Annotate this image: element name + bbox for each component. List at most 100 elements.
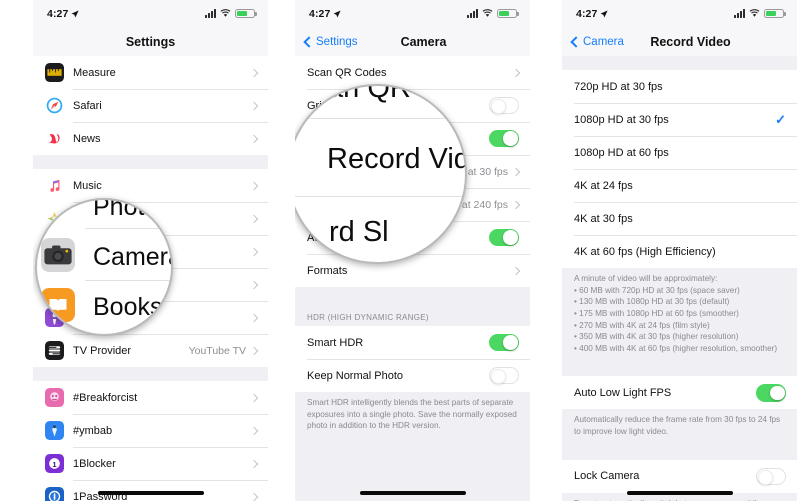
option-row[interactable]: 4K at 60 fps (High Efficiency) <box>562 235 797 268</box>
footer-line: • 350 MB with 4K at 30 fps (higher resol… <box>574 332 739 342</box>
group-separator <box>33 155 268 169</box>
settings-group-a: Measure Safari News <box>33 56 268 155</box>
option-row[interactable]: 1080p HD at 60 fps <box>562 136 797 169</box>
chevron-right-icon <box>249 214 259 223</box>
list-item-auto-low-light-fps[interactable]: Auto Low Light FPS <box>562 376 797 410</box>
magnifier-line-bottom: rd Sl <box>329 216 389 248</box>
footer-line: A minute of video will be approximately: <box>574 274 718 283</box>
hdr-footer-text: Smart HDR intelligently blends the best … <box>295 392 530 440</box>
option-row[interactable]: 4K at 30 fps <box>562 202 797 235</box>
list-item-lock-camera[interactable]: Lock Camera <box>562 459 797 493</box>
list-item-label: Lock Camera <box>574 470 640 483</box>
smart-hdr-toggle[interactable] <box>489 333 519 352</box>
measure-app-icon <box>45 63 64 82</box>
list-item[interactable]: 1 1Blocker <box>33 447 268 480</box>
phone-panel-settings: 4:27 Settings Measure Safari News Music … <box>33 0 268 501</box>
preserve-settings-toggle[interactable] <box>489 129 519 148</box>
books-app-icon-zoomed <box>41 288 75 322</box>
chevron-right-icon <box>249 426 259 435</box>
chevron-right-icon <box>249 346 259 355</box>
footer-line: • 270 MB with 4K at 24 fps (film style) <box>574 320 710 330</box>
status-indicators <box>734 8 786 19</box>
news-app-icon <box>45 129 64 148</box>
wifi-icon <box>482 9 493 17</box>
list-item[interactable]: News <box>33 122 268 155</box>
status-bar: 4:27 <box>33 0 268 27</box>
magnifier-line-bottom: Books <box>93 293 163 321</box>
battery-icon <box>235 8 257 19</box>
back-button-label: Camera <box>583 35 624 48</box>
onepassword-app-icon <box>45 487 64 501</box>
list-item[interactable]: Safari <box>33 89 268 122</box>
checkmark-icon: ✓ <box>775 112 786 127</box>
ymbab-app-icon <box>45 421 64 440</box>
group-separator <box>295 287 530 313</box>
option-label: 720p HD at 30 fps <box>574 80 663 93</box>
auto-hdr-toggle[interactable] <box>489 228 519 247</box>
status-time-group: 4:27 <box>576 7 609 20</box>
chevron-right-icon <box>249 181 259 190</box>
magnifier-divider <box>295 196 465 197</box>
list-item-label: Smart HDR <box>307 336 364 349</box>
list-item-label: News <box>73 132 101 145</box>
group-separator <box>562 445 797 460</box>
phone-panel-record-video: 4:27 Camera Record Video 720p HD at 30 f… <box>562 0 797 501</box>
section-header-hdr: HDR (HIGH DYNAMIC RANGE) <box>307 313 429 322</box>
option-label: 1080p HD at 60 fps <box>574 146 669 159</box>
option-row-selected[interactable]: 1080p HD at 30 fps ✓ <box>562 103 797 136</box>
battery-icon <box>764 8 786 19</box>
auto-low-light-fps-toggle[interactable] <box>756 384 786 402</box>
list-item[interactable]: Music <box>33 169 268 202</box>
list-item-keep-normal-photo[interactable]: Keep Normal Photo <box>295 359 530 392</box>
list-item[interactable]: Measure <box>33 56 268 89</box>
list-item-label: 1Blocker <box>73 457 116 470</box>
chevron-right-icon <box>249 393 259 402</box>
list-item-label: Scan QR Codes <box>307 66 387 79</box>
status-time-group: 4:27 <box>309 8 342 20</box>
option-label: 4K at 24 fps <box>574 179 633 192</box>
lock-camera-group: Lock Camera <box>562 459 797 493</box>
nav-bar: Camera Record Video <box>562 27 797 56</box>
status-bar: 4:27 <box>295 0 530 27</box>
grid-toggle[interactable] <box>489 96 519 115</box>
back-button[interactable]: Settings <box>303 36 358 48</box>
auto-low-light-group: Auto Low Light FPS <box>562 376 797 410</box>
magnifier-content: an QR C Record Video rd Sl <box>295 86 465 262</box>
list-item[interactable]: #Breakforcist <box>33 381 268 414</box>
chevron-right-icon <box>249 492 259 501</box>
footer-line: • 130 MB with 1080p HD at 30 fps (defaul… <box>574 297 730 307</box>
list-item-value: YouTube TV <box>188 344 246 357</box>
home-indicator <box>359 491 466 495</box>
oneblocker-app-icon: 1 <box>45 454 64 473</box>
option-label: 4K at 30 fps <box>574 212 633 225</box>
magnifier-line-top: Photos <box>93 198 171 221</box>
keep-normal-photo-toggle[interactable] <box>489 366 519 385</box>
cellular-signal-icon <box>467 9 478 18</box>
list-item[interactable]: #ymbab <box>33 414 268 447</box>
group-separator <box>562 362 797 377</box>
group-separator <box>562 56 797 70</box>
footer-line: • 400 MB with 4K at 60 fps (higher resol… <box>574 343 778 353</box>
safari-app-icon <box>45 96 64 115</box>
status-time: 4:27 <box>576 7 598 20</box>
option-row[interactable]: 720p HD at 30 fps <box>562 70 797 103</box>
magnifier-camera: Photos Camera Books <box>35 198 173 336</box>
storage-estimate-footer: A minute of video will be approximately:… <box>562 268 797 363</box>
list-item-label: Keep Normal Photo <box>307 369 403 382</box>
list-item-tv-provider[interactable]: TV Provider YouTube TV <box>33 334 268 367</box>
record-video-scroll-area[interactable]: 720p HD at 30 fps 1080p HD at 30 fps ✓ 1… <box>562 56 797 501</box>
lock-camera-toggle[interactable] <box>756 467 786 486</box>
back-button[interactable]: Camera <box>570 35 624 48</box>
chevron-right-icon <box>511 68 521 77</box>
list-item-scan-qr[interactable]: Scan QR Codes <box>295 56 530 89</box>
chevron-right-icon <box>249 280 259 289</box>
chevron-right-icon <box>511 167 521 176</box>
resolution-options-group: 720p HD at 30 fps 1080p HD at 30 fps ✓ 1… <box>562 70 797 268</box>
list-item-smart-hdr[interactable]: Smart HDR <box>295 326 530 359</box>
list-item-label: Formats <box>307 264 348 277</box>
list-item-label: Measure <box>73 66 116 79</box>
music-app-icon <box>45 176 64 195</box>
magnifier-divider <box>295 118 465 119</box>
option-row[interactable]: 4K at 24 fps <box>562 169 797 202</box>
chevron-right-icon <box>249 247 259 256</box>
